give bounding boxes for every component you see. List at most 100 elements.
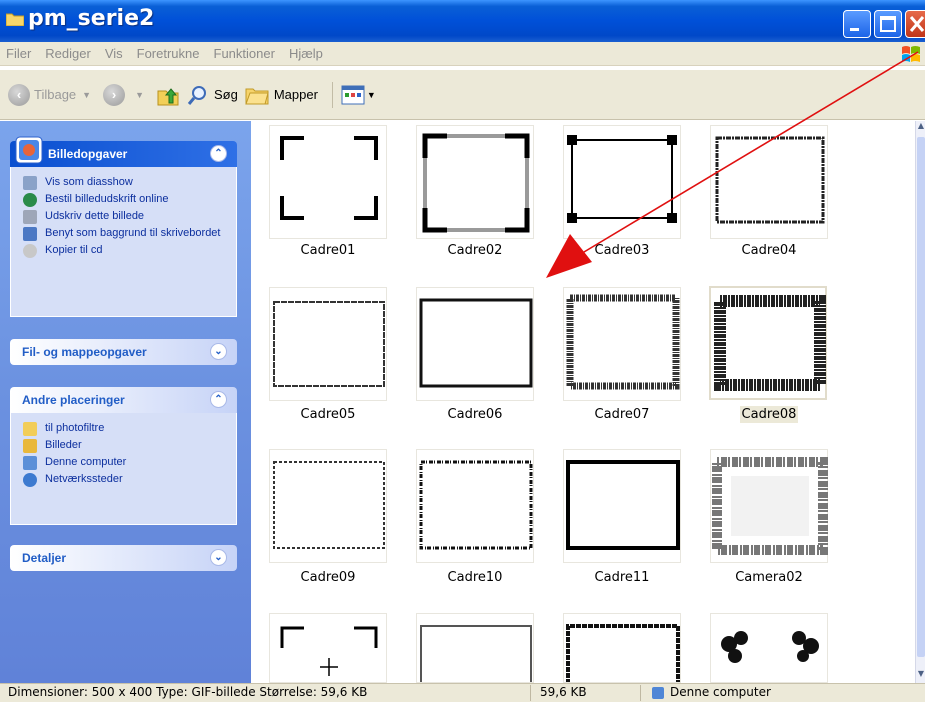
file-caption[interactable]: Cadre07 bbox=[563, 407, 681, 422]
picture-tasks-title: Billedopgaver bbox=[48, 147, 128, 161]
thumbnail-partial[interactable] bbox=[710, 613, 828, 683]
printer-icon bbox=[23, 210, 37, 224]
corner-frame-image bbox=[280, 136, 378, 220]
menu-favorites[interactable]: Foretrukne bbox=[137, 46, 200, 61]
minimize-button[interactable] bbox=[843, 10, 871, 38]
task-pane: Billedopgaver ⌃ Vis som diasshow Bestil … bbox=[0, 121, 251, 683]
place-network[interactable]: Netværkssteder bbox=[23, 473, 228, 487]
collapse-icon[interactable]: ⌃ bbox=[210, 391, 227, 408]
thumbnail-cadre04[interactable] bbox=[710, 125, 828, 239]
place-photofiltre[interactable]: til photofiltre bbox=[23, 422, 228, 436]
up-folder-icon bbox=[157, 87, 179, 105]
other-places-title: Andre placeringer bbox=[22, 393, 125, 407]
status-divider bbox=[530, 685, 531, 701]
status-divider bbox=[640, 685, 641, 701]
picture-tasks-icon bbox=[15, 136, 43, 164]
vertical-scrollbar[interactable]: ▲ ▼ bbox=[915, 121, 925, 683]
task-copy-to-cd[interactable]: Kopier til cd bbox=[23, 244, 228, 258]
expand-icon[interactable]: ⌄ bbox=[210, 549, 227, 566]
scroll-thumb[interactable] bbox=[917, 137, 925, 657]
menu-file[interactable]: Filer bbox=[6, 46, 31, 61]
thumbnail-partial[interactable] bbox=[269, 613, 387, 683]
details-header[interactable]: Detaljer ⌄ bbox=[10, 545, 237, 571]
picture-tasks-header[interactable]: Billedopgaver ⌃ bbox=[10, 136, 237, 167]
forward-arrow-icon: › bbox=[103, 83, 126, 106]
thumbnail-cadre03[interactable] bbox=[563, 125, 681, 239]
file-view: Cadre01 Cadre02 Cadre03 Cadre04 Cadre05 … bbox=[251, 121, 915, 683]
status-location: Denne computer bbox=[670, 685, 771, 699]
views-icon bbox=[341, 85, 365, 104]
place-label: Denne computer bbox=[45, 456, 127, 468]
file-caption[interactable]: Cadre10 bbox=[416, 570, 534, 585]
task-set-background[interactable]: Benyt som baggrund til skrivebordet bbox=[23, 227, 228, 241]
search-icon bbox=[187, 85, 206, 105]
thumbnail-cadre11[interactable] bbox=[563, 449, 681, 563]
scroll-up-arrow-icon[interactable]: ▲ bbox=[916, 121, 925, 135]
other-places-header[interactable]: Andre placeringer ⌃ bbox=[10, 387, 237, 413]
task-label: Vis som diasshow bbox=[45, 176, 133, 188]
thumbnail-cadre08[interactable] bbox=[709, 286, 827, 400]
back-label: Tilbage bbox=[34, 87, 77, 102]
task-order-prints[interactable]: Bestil billedudskrift online bbox=[23, 193, 228, 207]
menu-help[interactable]: Hjælp bbox=[289, 46, 323, 61]
thumbnail-partial[interactable] bbox=[416, 613, 534, 683]
task-label: Udskriv dette billede bbox=[45, 210, 145, 222]
expand-icon[interactable]: ⌄ bbox=[210, 343, 227, 360]
file-caption[interactable]: Cadre02 bbox=[416, 243, 534, 258]
rough-frame-image bbox=[273, 301, 385, 387]
thumbnail-cadre10[interactable] bbox=[416, 449, 534, 563]
menu-edit[interactable]: Rediger bbox=[45, 46, 91, 61]
menu-view[interactable]: Vis bbox=[105, 46, 123, 61]
file-tasks-panel: Fil- og mappeopgaver ⌄ bbox=[10, 339, 237, 365]
computer-icon bbox=[23, 456, 37, 470]
task-slideshow[interactable]: Vis som diasshow bbox=[23, 176, 228, 190]
grunge-frame-image bbox=[714, 295, 826, 391]
status-size: 59,6 KB bbox=[540, 685, 587, 699]
thumbnail-camera02[interactable] bbox=[710, 449, 828, 563]
thumbnail-cadre01[interactable] bbox=[269, 125, 387, 239]
other-places-body: til photofiltre Billeder Denne computer … bbox=[10, 413, 237, 525]
file-caption[interactable]: Cadre06 bbox=[416, 407, 534, 422]
task-print[interactable]: Udskriv dette billede bbox=[23, 210, 228, 224]
file-caption[interactable]: Cadre01 bbox=[269, 243, 387, 258]
slideshow-icon bbox=[23, 176, 37, 190]
up-folder-button[interactable] bbox=[156, 83, 180, 107]
back-button[interactable]: ‹ Tilbage ▼ bbox=[8, 83, 97, 106]
rough-frame-image bbox=[273, 461, 385, 549]
rough-frame-image bbox=[419, 298, 533, 388]
thumbnail-cadre09[interactable] bbox=[269, 449, 387, 563]
file-caption[interactable]: Cadre04 bbox=[710, 243, 828, 258]
file-caption-selected[interactable]: Cadre08 bbox=[710, 406, 828, 423]
picture-tasks-body: Vis som diasshow Bestil billedudskrift o… bbox=[10, 167, 237, 317]
place-label: til photofiltre bbox=[45, 422, 105, 434]
file-caption[interactable]: Cadre11 bbox=[563, 570, 681, 585]
maximize-button[interactable] bbox=[874, 10, 902, 38]
network-icon bbox=[23, 473, 37, 487]
file-caption[interactable]: Cadre03 bbox=[563, 243, 681, 258]
faded-frame-image bbox=[712, 457, 828, 555]
thumbnail-cadre05[interactable] bbox=[269, 287, 387, 401]
thumbnail-partial[interactable] bbox=[563, 613, 681, 683]
scroll-down-arrow-icon[interactable]: ▼ bbox=[916, 669, 925, 683]
menu-tools[interactable]: Funktioner bbox=[214, 46, 275, 61]
search-button[interactable]: Søg bbox=[186, 83, 238, 107]
thumbnail-cadre07[interactable] bbox=[563, 287, 681, 401]
views-button[interactable]: ▼ bbox=[341, 84, 376, 106]
file-caption[interactable]: Cadre09 bbox=[269, 570, 387, 585]
folders-button[interactable]: Mapper bbox=[244, 84, 318, 106]
computer-icon bbox=[652, 687, 664, 699]
other-places-panel: Andre placeringer ⌃ til photofiltre Bill… bbox=[10, 387, 237, 525]
title-bar: pm_serie2 bbox=[0, 0, 925, 42]
close-button[interactable] bbox=[905, 10, 925, 38]
corner-frame-image bbox=[422, 133, 530, 233]
thumbnail-cadre02[interactable] bbox=[416, 125, 534, 239]
forward-button[interactable]: › ▼ bbox=[103, 83, 150, 106]
collapse-icon[interactable]: ⌃ bbox=[210, 145, 227, 162]
file-caption[interactable]: Cadre05 bbox=[269, 407, 387, 422]
place-pictures[interactable]: Billeder bbox=[23, 439, 228, 453]
task-label: Bestil billedudskrift online bbox=[45, 193, 169, 205]
thumbnail-cadre06[interactable] bbox=[416, 287, 534, 401]
file-caption[interactable]: Camera02 bbox=[710, 570, 828, 585]
place-my-computer[interactable]: Denne computer bbox=[23, 456, 228, 470]
file-tasks-header[interactable]: Fil- og mappeopgaver ⌄ bbox=[10, 339, 237, 365]
